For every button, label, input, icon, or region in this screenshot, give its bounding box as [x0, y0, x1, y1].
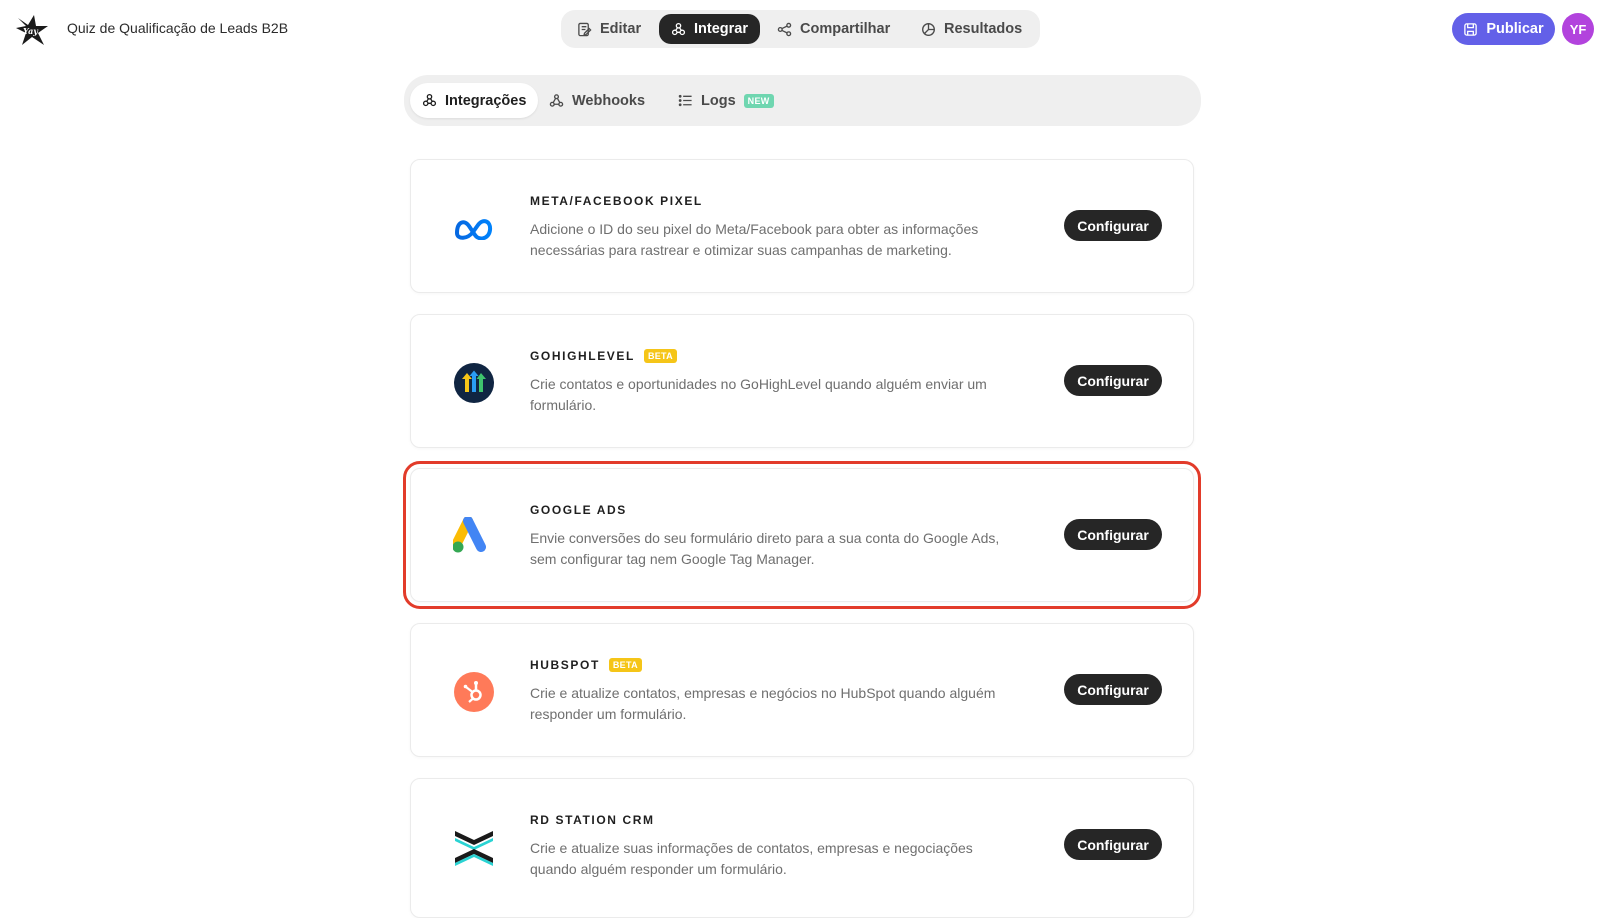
share-icon: [777, 22, 792, 36]
tab-resultados[interactable]: Resultados: [909, 14, 1034, 44]
tab-compartilhar[interactable]: Compartilhar: [765, 14, 902, 44]
sub-tabs: Integrações Webhooks Logs NEW: [404, 75, 1201, 126]
tab-editar-label: Editar: [600, 21, 642, 37]
publish-label: Publicar: [1486, 21, 1544, 37]
subtab-integracoes[interactable]: Integrações: [410, 83, 539, 118]
integration-title: META/FACEBOOK PIXEL: [530, 194, 703, 208]
subtab-logs-label: Logs: [701, 92, 736, 109]
integration-title: HUBSPOT BETA: [530, 658, 642, 672]
integration-description: Crie e atualize suas informações de cont…: [530, 840, 973, 877]
svg-text:Yay: Yay: [23, 26, 39, 36]
beta-badge: BETA: [608, 658, 642, 672]
integration-card-google-ads: GOOGLE ADS Envie conversões do seu formu…: [403, 461, 1201, 609]
edit-icon: [578, 22, 592, 36]
new-badge: NEW: [743, 93, 774, 108]
integration-title-text: HUBSPOT: [530, 658, 600, 672]
hubspot-logo-icon: [453, 671, 495, 713]
integration-title: GOOGLE ADS: [530, 503, 627, 517]
subtab-integracoes-label: Integrações: [445, 92, 527, 109]
meta-logo-icon: [453, 207, 495, 249]
configure-button-google-ads[interactable]: Configurar: [1064, 519, 1162, 550]
integrations-icon: [422, 93, 437, 107]
list-icon: [678, 94, 692, 107]
integration-card-rd-station: RD STATION CRM Crie e atualize suas info…: [410, 778, 1194, 918]
results-icon: [922, 22, 935, 36]
gohighlevel-logo-icon: [453, 362, 495, 404]
integration-description: Crie contatos e oportunidades no GoHighL…: [530, 376, 987, 413]
integrations-icon: [671, 22, 686, 35]
publish-button[interactable]: Publicar: [1452, 13, 1555, 45]
configure-button-rd-station[interactable]: Configurar: [1064, 829, 1162, 860]
integration-title-text: GOHIGHLEVEL: [530, 349, 635, 363]
quiz-title[interactable]: Quiz de Qualificação de Leads B2B: [67, 20, 288, 36]
tab-resultados-label: Resultados: [944, 21, 1023, 37]
integration-title-text: RD STATION CRM: [530, 813, 655, 827]
tab-integrar[interactable]: Integrar: [659, 14, 760, 44]
user-avatar[interactable]: YF: [1562, 13, 1594, 45]
subtab-webhooks-label: Webhooks: [572, 92, 646, 109]
integration-description: Crie e atualize contatos, empresas e neg…: [530, 685, 996, 722]
configure-button-hubspot[interactable]: Configurar: [1064, 674, 1162, 705]
google-ads-logo-icon: [453, 516, 495, 558]
webhook-icon: [549, 94, 564, 107]
top-header: Yay Quiz de Qualificação de Leads B2B Ed…: [0, 0, 1600, 60]
rd-station-logo-icon: [453, 826, 495, 868]
integration-title-text: GOOGLE ADS: [530, 503, 627, 517]
integration-card-gohighlevel: GOHIGHLEVEL BETA Crie contatos e oportun…: [410, 314, 1194, 448]
integration-title-text: META/FACEBOOK PIXEL: [530, 194, 703, 208]
subtab-logs[interactable]: Logs NEW: [666, 83, 786, 118]
integration-title: RD STATION CRM: [530, 813, 655, 827]
beta-badge: BETA: [643, 349, 677, 363]
main-tabs: Editar Integrar Compartilhar Resultados: [561, 10, 1040, 48]
subtab-webhooks[interactable]: Webhooks: [537, 83, 657, 118]
integration-title: GOHIGHLEVEL BETA: [530, 349, 677, 363]
integration-description: Envie conversões do seu formulário diret…: [530, 530, 1000, 567]
integration-card-hubspot: HUBSPOT BETA Crie e atualize contatos, e…: [410, 623, 1194, 757]
configure-button-meta[interactable]: Configurar: [1064, 210, 1162, 241]
tab-editar[interactable]: Editar: [565, 14, 653, 44]
save-icon: [1464, 22, 1478, 36]
configure-button-gohighlevel[interactable]: Configurar: [1064, 365, 1162, 396]
tab-integrar-label: Integrar: [694, 21, 748, 37]
integration-card-meta: META/FACEBOOK PIXEL Adicione o ID do seu…: [410, 159, 1194, 293]
integration-description: Adicione o ID do seu pixel do Meta/Faceb…: [530, 221, 979, 258]
yayforms-logo-icon[interactable]: Yay: [14, 12, 50, 48]
tab-compartilhar-label: Compartilhar: [800, 21, 891, 37]
